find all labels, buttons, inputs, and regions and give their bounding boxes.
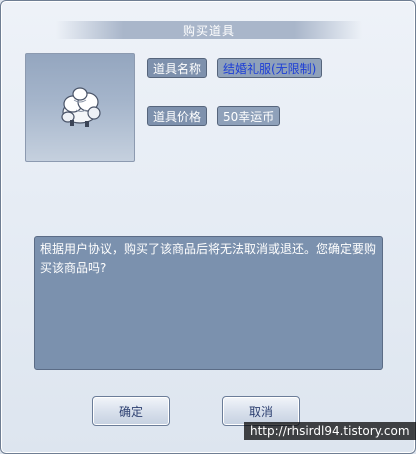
wedding-dress-icon [61, 87, 101, 127]
confirm-button[interactable]: 确定 [92, 396, 170, 426]
confirmation-message: 根据用户协议，购买了该商品后将无法取消或退还。您确定要购买该商品吗? [34, 236, 383, 370]
purchase-dialog: 购买道具 道具名称 结婚礼服(无限制) 道具价格 50幸运币 根据用户协议，购买… [0, 0, 416, 454]
item-price-value: 50幸运币 [217, 106, 281, 126]
url-watermark: http://rhsirdl94.tistory.com [244, 422, 416, 440]
item-price-label: 道具价格 [147, 106, 208, 126]
item-name-label: 道具名称 [147, 58, 208, 78]
item-image-box [25, 53, 135, 162]
item-name-value: 结婚礼服(无限制) [217, 58, 323, 78]
confirmation-message-text: 根据用户协议，购买了该商品后将无法取消或退还。您确定要购买该商品吗? [40, 242, 377, 275]
dialog-title: 购买道具 [182, 24, 235, 38]
